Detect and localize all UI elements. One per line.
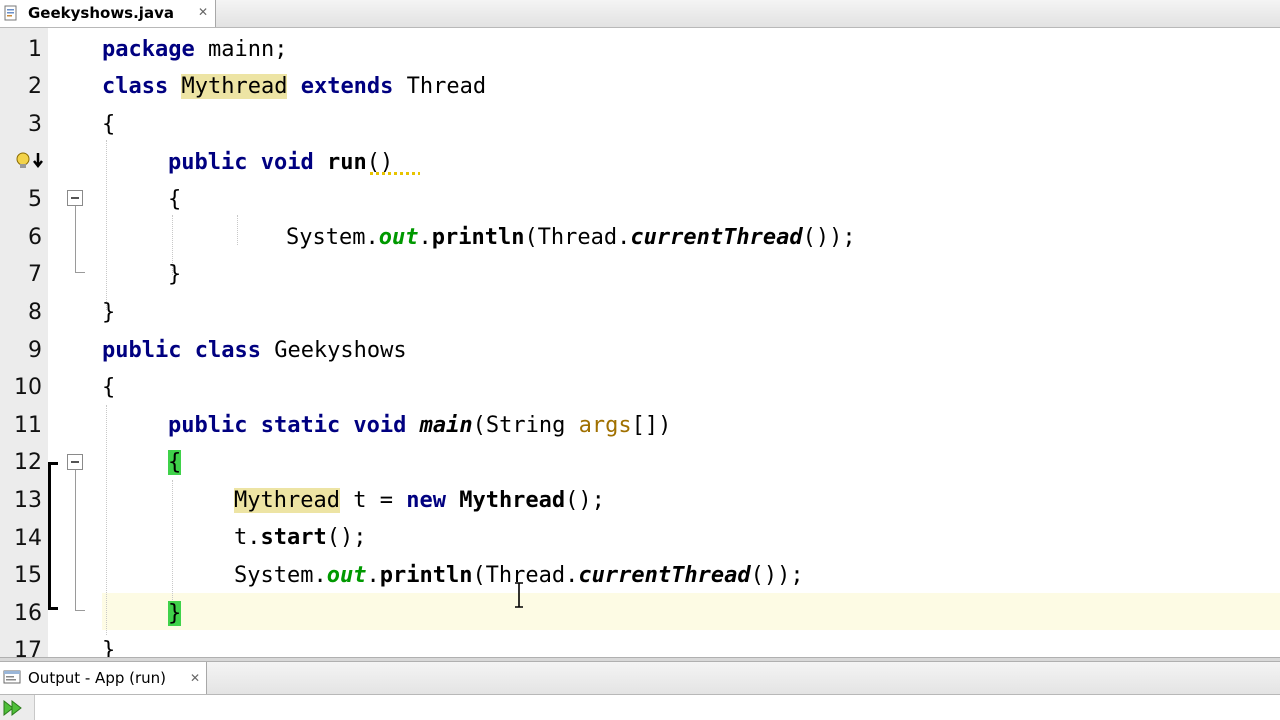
keyword: extends	[300, 74, 394, 99]
line-number: 11	[14, 413, 42, 438]
method-name: println	[431, 225, 525, 250]
line-number-gutter: 1 2 3 5 6 7 8 9 10 11 12 13 14 15 16 17	[0, 28, 49, 663]
code-line-5: {	[168, 187, 182, 212]
variable-decl: t =	[339, 488, 407, 513]
keyword: public static void	[168, 413, 407, 438]
punctuation: .	[366, 563, 380, 588]
code-editor[interactable]: package mainn; class Mythread extends Th…	[100, 28, 1280, 663]
class-name: Geekyshows	[260, 338, 407, 363]
line-number: 15	[14, 563, 42, 588]
close-icon[interactable]: ✕	[190, 671, 200, 685]
keyword: public void	[168, 150, 314, 175]
output-tab-label: Output - App (run)	[28, 669, 167, 687]
fold-icon[interactable]	[67, 190, 83, 206]
line-number: 6	[28, 225, 42, 250]
punctuation: .	[418, 225, 432, 250]
class-ref: (Thread.	[524, 225, 631, 250]
keyword: class	[102, 74, 169, 99]
param-name: args	[578, 413, 632, 438]
code-line-14: t.start();	[234, 519, 366, 556]
variable-ref: t.	[234, 525, 261, 550]
line-number: 2	[28, 74, 42, 99]
code-line-1: package mainn;	[102, 31, 287, 68]
punctuation: ());	[750, 563, 804, 588]
method-name: run	[326, 150, 367, 175]
fold-icon[interactable]	[67, 454, 83, 470]
code-line-2: class Mythread extends Thread	[102, 68, 486, 105]
fold-line	[75, 206, 76, 272]
output-tab-bar: Output - App (run) ✕	[0, 662, 1280, 695]
matched-brace: }	[168, 601, 182, 626]
line-number: 5	[28, 187, 42, 212]
code-line-8: }	[102, 300, 116, 325]
code-line-16: }	[168, 595, 182, 632]
line-number: 1	[28, 37, 42, 62]
brace-match-marker	[48, 462, 58, 610]
line-number: 8	[28, 300, 42, 325]
keyword: new	[406, 488, 446, 513]
matched-brace: {	[168, 450, 182, 475]
rerun-icon[interactable]	[2, 699, 24, 717]
code-line-4: public void run()	[168, 144, 393, 181]
keyword: public class	[102, 338, 261, 363]
text-cursor-icon	[515, 582, 523, 608]
code-line-7: }	[168, 262, 182, 287]
close-icon[interactable]: ✕	[198, 5, 208, 19]
code-line-9: public class Geekyshows	[102, 332, 407, 369]
punctuation: [])	[631, 413, 672, 438]
output-panel	[0, 695, 1280, 720]
line-number: 7	[28, 262, 42, 287]
fold-line	[75, 470, 76, 610]
code-line-13: Mythread t = new Mythread();	[234, 482, 605, 519]
output-icon	[3, 670, 21, 684]
editor-tab-bar: Geekyshows.java ✕	[0, 0, 1280, 28]
code-line-10: {	[102, 375, 116, 400]
punctuation: ();	[565, 488, 605, 513]
punctuation: ();	[326, 525, 367, 550]
code-line-3: {	[102, 112, 116, 137]
keyword: package	[102, 37, 195, 62]
static-method-name: currentThread	[578, 563, 751, 588]
output-tab[interactable]: Output - App (run) ✕	[0, 662, 207, 694]
editor-tab-label: Geekyshows.java	[28, 4, 174, 22]
method-name: start	[260, 525, 327, 550]
class-ref: System.	[234, 563, 327, 588]
static-field: out	[326, 563, 367, 588]
output-toolbar	[0, 695, 35, 720]
static-field: out	[378, 225, 419, 250]
hint-underline	[370, 172, 420, 175]
fold-line	[75, 610, 85, 611]
method-name: main	[419, 413, 473, 438]
code-line-12: {	[168, 444, 182, 481]
line-number: 16	[14, 601, 42, 626]
package-name: mainn;	[194, 37, 288, 62]
line-number: 10	[14, 375, 42, 400]
hint-bulb-icon[interactable]	[14, 151, 46, 171]
class-ref: System.	[286, 225, 379, 250]
line-number: 12	[14, 450, 42, 475]
line-number: 9	[28, 338, 42, 363]
line-number: 3	[28, 112, 42, 137]
line-number: 13	[14, 488, 42, 513]
editor-tab-geekyshows[interactable]: Geekyshows.java ✕	[0, 0, 216, 27]
method-name: println	[379, 563, 473, 588]
line-number: 14	[14, 526, 42, 551]
type-name-highlighted: Mythread	[234, 488, 340, 513]
constructor-name: Mythread	[459, 488, 566, 513]
code-line-11: public static void main(String args[])	[168, 407, 671, 444]
code-line-6: System.out.println(Thread.currentThread(…	[286, 219, 856, 256]
class-name-highlighted: Mythread	[181, 74, 288, 99]
superclass-name: Thread	[406, 74, 487, 99]
fold-line	[75, 272, 85, 273]
java-file-icon	[4, 5, 17, 21]
punctuation: ());	[802, 225, 856, 250]
param-type: (String	[472, 413, 579, 438]
static-method-name: currentThread	[630, 225, 803, 250]
